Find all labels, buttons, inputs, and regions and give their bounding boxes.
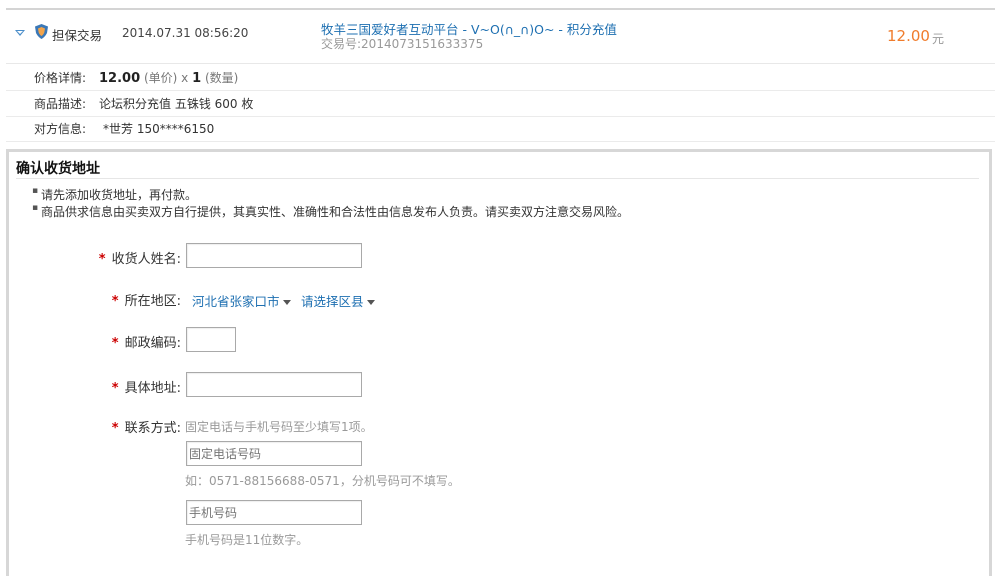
required-mark: * [111,336,119,351]
region-label-text: 所在地区: [124,294,181,309]
zip-label: * 邮政编码: [61,332,181,351]
required-mark: * [111,421,119,436]
chevron-down-icon [282,300,291,305]
unit-price: 12.00 [99,71,141,86]
counterparty-row: 对方信息: *世芳 150****6150 [6,117,995,142]
contact-label-text: 联系方式: [124,421,181,436]
description-value: 论坛积分充值 五铢钱 600 枚 [99,97,254,111]
province-city-value: 河北省张家口市 [192,294,280,309]
trade-type-label: 担保交易 [52,28,103,43]
chevron-down-icon [366,300,375,305]
expand-toggle-icon[interactable] [15,30,25,36]
trade-row: 担保交易 2014.07.31 08:56:20 牧羊三国爱好者互动平台 - V… [6,10,995,64]
required-mark: * [111,294,119,309]
quantity-note: (数量) [204,71,239,85]
shield-icon [35,24,48,39]
price-label: 价格详情: [34,71,87,85]
street-address-label: * 具体地址: [61,377,181,396]
description-label: 商品描述: [34,97,87,111]
counterparty-value: *世芳 150****6150 [103,122,215,136]
contact-label: * 联系方式: [61,417,181,436]
landline-phone-input[interactable] [186,441,362,466]
trade-number: 交易号:2014073151633375 [321,35,483,52]
zip-code-input[interactable] [186,327,236,352]
district-value: 请选择区县 [301,294,364,309]
receiver-name-input[interactable] [186,243,362,268]
mobile-phone-input[interactable] [186,500,362,525]
required-mark: * [98,252,106,267]
notice-add-address: 请先添加收货地址，再付款。 [32,186,197,203]
contact-hint: 固定电话与手机号码至少填写1项。 [185,420,373,434]
price-detail-row: 价格详情: 12.00 (单价) x 1 (数量) [6,66,995,91]
street-address-input[interactable] [186,372,362,397]
zip-label-text: 邮政编码: [124,336,181,351]
receiver-name-label: * 收货人姓名: [61,248,181,267]
notice-risk: 商品供求信息由买卖双方自行提供，其真实性、准确性和合法性由信息发布人负责。请买卖… [32,203,629,220]
landline-hint: 如：0571-88156688-0571，分机号码可不填写。 [185,474,460,488]
unit-price-note: (单价) x [143,71,189,85]
trade-amount: 12.00 [887,27,930,45]
district-select[interactable]: 请选择区县 [301,291,375,310]
street-address-label-text: 具体地址: [124,381,181,396]
shipping-address-panel: 确认收货地址 请先添加收货地址，再付款。 商品供求信息由买卖双方自行提供，其真实… [6,149,992,576]
quantity: 1 [192,71,202,86]
trade-time: 2014.07.31 08:56:20 [122,26,249,40]
address-section-title: 确认收货地址 [16,161,100,177]
receiver-name-label-text: 收货人姓名: [111,252,181,267]
trade-number-label: 交易号: [321,37,362,51]
required-mark: * [111,381,119,396]
address-divider [16,178,979,179]
price-value: 12.00 (单价) x 1 (数量) [99,66,238,91]
counterparty-label: 对方信息: [34,122,87,136]
trade-number-value: 2014073151633375 [361,37,484,51]
province-city-select[interactable]: 河北省张家口市 [192,291,291,310]
amount-unit: 元 [932,32,945,46]
description-row: 商品描述: 论坛积分充值 五铢钱 600 枚 [6,92,995,117]
region-label: * 所在地区: [61,290,181,309]
mobile-hint: 手机号码是11位数字。 [185,533,309,547]
